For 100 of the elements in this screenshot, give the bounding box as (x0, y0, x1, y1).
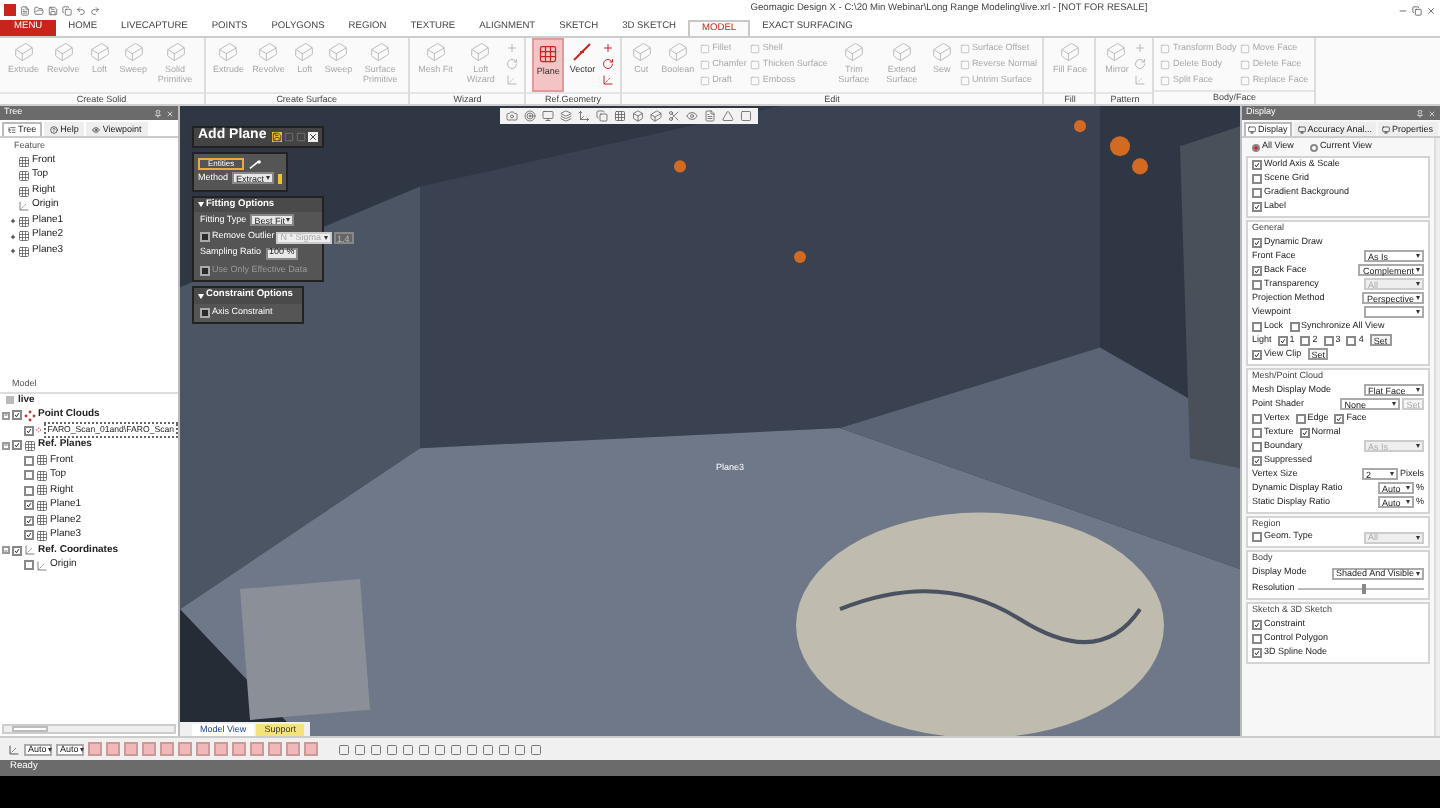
checkbox[interactable] (1323, 335, 1334, 346)
checkbox[interactable] (1252, 349, 1262, 360)
checkbox[interactable] (1252, 427, 1262, 437)
tab-icon (1297, 126, 1306, 134)
checkbox[interactable] (24, 455, 34, 466)
checkbox[interactable] (1295, 413, 1306, 423)
quick-access-icon[interactable] (20, 5, 30, 15)
expand-icon[interactable] (9, 233, 15, 239)
solid-icon (294, 42, 315, 62)
checkbox[interactable] (12, 410, 22, 421)
plane-grid-icon (538, 44, 559, 64)
radio-button[interactable] (1252, 143, 1260, 151)
axes-icon (18, 200, 30, 212)
checkbox[interactable] (1300, 335, 1311, 346)
checkbox[interactable] (24, 485, 34, 496)
view-tool-icon[interactable] (614, 110, 626, 122)
checkbox[interactable] (12, 440, 22, 451)
plus-icon[interactable] (601, 42, 614, 54)
axes-icon[interactable] (8, 743, 20, 755)
solid-icon (165, 42, 186, 62)
view-tool-icon[interactable] (542, 110, 554, 122)
plane-icon (18, 230, 30, 242)
model-root-icon (6, 396, 14, 405)
picker-icon[interactable] (248, 159, 263, 169)
view-tool-icon[interactable] (596, 110, 608, 122)
view-tool-icon[interactable] (668, 110, 680, 122)
solid-icon (53, 42, 74, 62)
quick-access-icon[interactable] (90, 5, 100, 15)
tab-icon (1382, 126, 1391, 134)
solid-icon (1059, 42, 1080, 62)
checkbox[interactable] (200, 307, 210, 317)
view-tool-icon[interactable] (650, 110, 662, 122)
checkbox[interactable] (24, 470, 34, 481)
checkbox[interactable] (1289, 321, 1300, 332)
slider-thumb[interactable] (1361, 583, 1366, 593)
solid-icon (470, 42, 491, 62)
checkbox[interactable] (24, 560, 34, 571)
view-tool-icon[interactable] (578, 110, 590, 122)
tab-icon (1248, 126, 1256, 134)
axis-icon[interactable] (601, 74, 614, 86)
view-tool-icon[interactable] (506, 110, 518, 122)
rotate-icon[interactable] (601, 58, 614, 70)
solid-icon (370, 42, 391, 62)
collapse-toggle[interactable] (2, 441, 10, 450)
checkbox[interactable] (1252, 174, 1262, 184)
checkbox[interactable] (1252, 265, 1262, 276)
view-tool-icon[interactable] (560, 110, 572, 122)
checkbox[interactable] (12, 545, 22, 556)
expand-icon[interactable] (9, 218, 15, 224)
plane-icon (18, 215, 30, 227)
checkbox[interactable] (1252, 619, 1262, 630)
restore-icon[interactable] (1412, 5, 1422, 15)
checkbox[interactable] (24, 425, 34, 436)
checkbox[interactable] (1299, 427, 1310, 437)
checkbox[interactable] (1252, 633, 1262, 644)
dropdown[interactable] (1364, 306, 1424, 319)
quick-access-icon[interactable] (62, 5, 72, 15)
collapse-toggle[interactable] (2, 411, 10, 420)
quick-access-icon[interactable] (34, 5, 44, 15)
checkbox[interactable] (1252, 455, 1262, 465)
view-tool-icon[interactable] (524, 110, 536, 122)
collapse-icon (198, 293, 204, 300)
checkbox[interactable] (24, 530, 34, 541)
view-tool-icon[interactable] (704, 110, 716, 122)
solid-icon (843, 42, 864, 62)
quick-access-icon[interactable] (76, 5, 86, 15)
solid-icon (328, 42, 349, 62)
horizontal-scrollbar[interactable] (2, 724, 176, 734)
plane-icon (18, 245, 30, 257)
view-tool-icon[interactable] (686, 110, 698, 122)
pin-icon[interactable] (1416, 109, 1424, 117)
vector-line-icon (572, 42, 593, 62)
checkbox[interactable] (1252, 321, 1262, 332)
solid-icon (218, 42, 239, 62)
solid-icon (13, 42, 34, 62)
checkbox[interactable] (1346, 335, 1357, 346)
checkbox[interactable] (1252, 647, 1262, 658)
checkbox[interactable] (1252, 237, 1262, 248)
radio-button[interactable] (1309, 143, 1318, 151)
checkbox[interactable] (1252, 188, 1262, 198)
solid-icon (667, 42, 688, 62)
close-icon[interactable] (308, 132, 318, 142)
checkbox[interactable] (200, 232, 210, 243)
collapse-toggle[interactable] (2, 546, 10, 555)
expand-icon[interactable] (9, 248, 15, 254)
checkbox[interactable] (1334, 413, 1345, 423)
view-tool-icon[interactable] (632, 110, 644, 122)
checkbox[interactable] (1252, 413, 1262, 423)
solid-icon (631, 42, 652, 62)
checkbox[interactable] (24, 500, 34, 511)
plane-icon (18, 155, 30, 167)
pin-icon[interactable] (154, 109, 162, 117)
minimize-icon[interactable] (1398, 5, 1408, 15)
quick-access-icon[interactable] (48, 5, 58, 15)
checkbox[interactable] (1252, 160, 1262, 170)
eye-icon (92, 126, 101, 134)
checkbox[interactable] (1277, 335, 1288, 346)
help-icon (50, 126, 59, 134)
checkbox[interactable] (1252, 202, 1262, 212)
checkbox[interactable] (24, 515, 34, 526)
